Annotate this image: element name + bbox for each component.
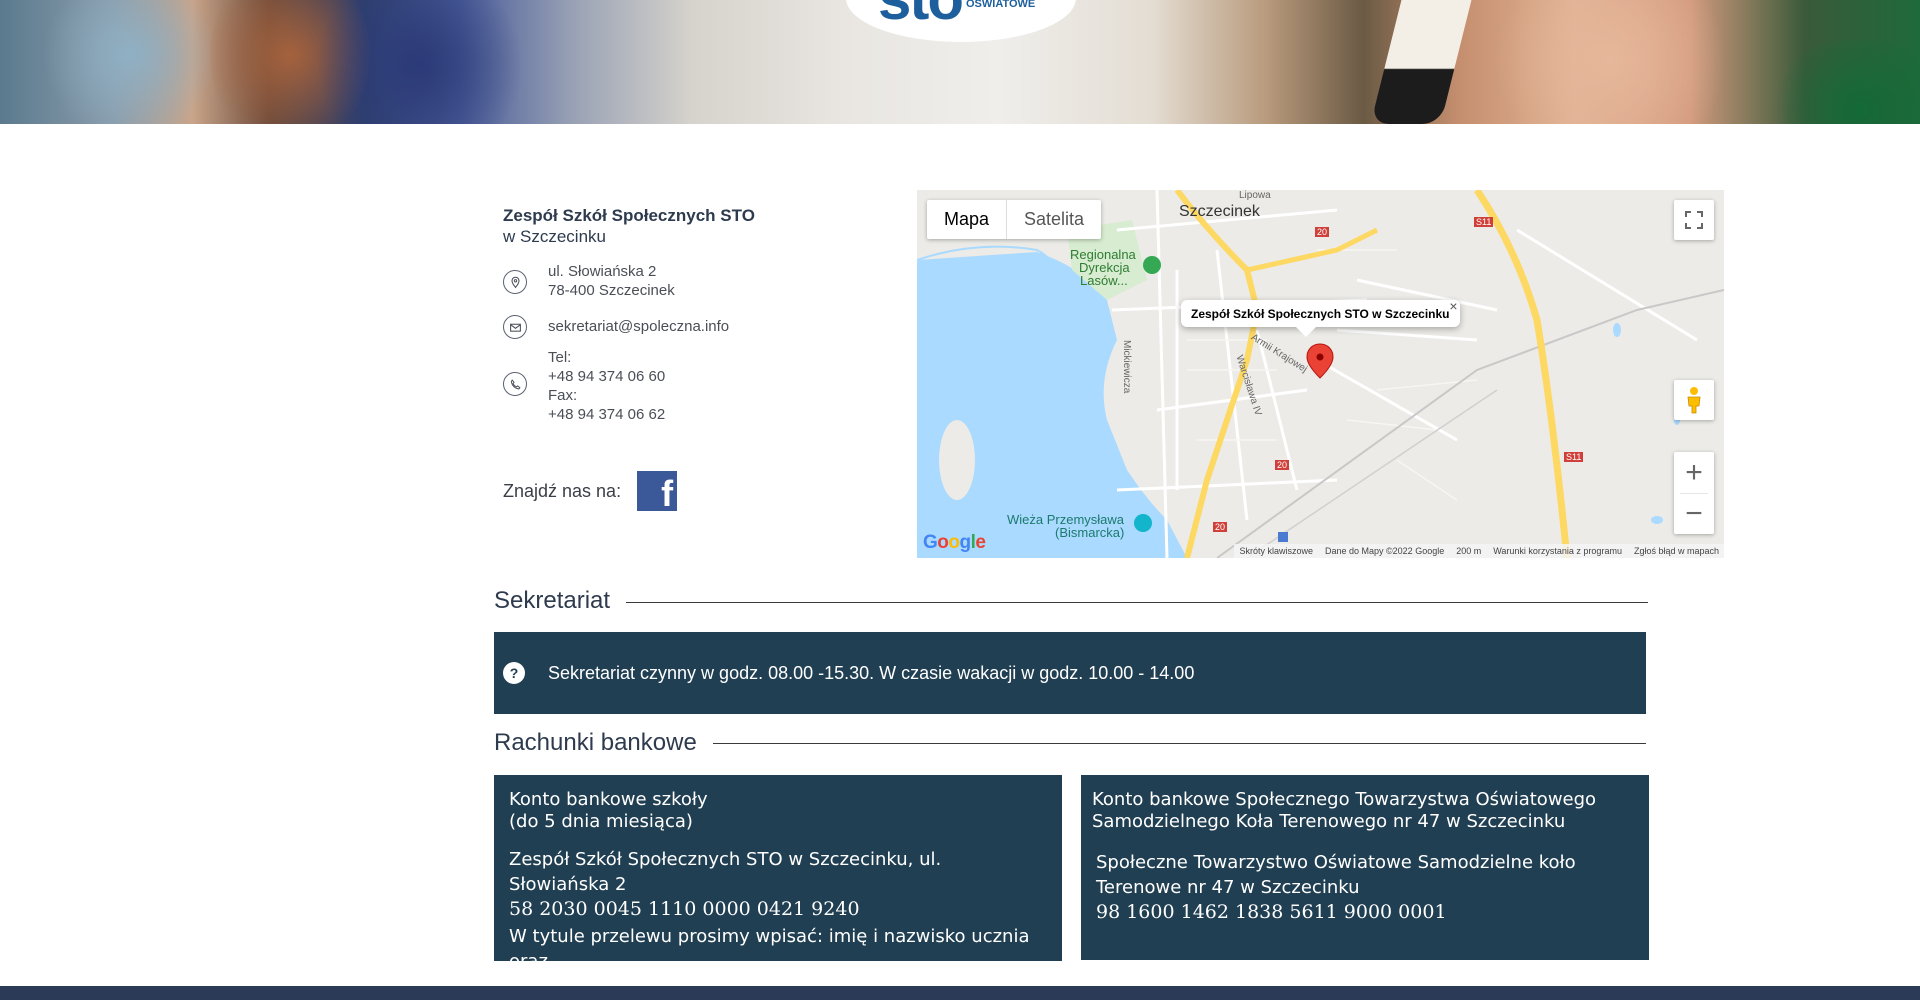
map-type-control: Mapa Satelita bbox=[927, 200, 1102, 239]
keyboard-shortcuts-link[interactable]: Skróty klawiszowe bbox=[1239, 544, 1313, 558]
phone-icon bbox=[503, 372, 527, 396]
map-attribution: Skróty klawiszowe Dane do Mapy ©2022 Goo… bbox=[1234, 544, 1724, 558]
sto-account-holder: Społeczne Towarzystwo Oświatowe Samodzie… bbox=[1096, 852, 1576, 873]
contact-block: Zespół Szkół Społecznych STO w Szczecink… bbox=[503, 205, 903, 512]
scale-text[interactable]: 200 m bbox=[1456, 544, 1481, 558]
map-label-street: Mickiewicza bbox=[1121, 340, 1132, 394]
info-window-title: Zespół Szkół Społecznych STO w Szczecink… bbox=[1191, 307, 1450, 321]
map-label-poi: Lasów... bbox=[1080, 273, 1128, 288]
sto-account-holder-cont: Terenowe nr 47 w Szczecinku bbox=[1096, 877, 1360, 898]
school-account-note: W tytule przelewu prosimy wpisać: imię i… bbox=[509, 926, 1030, 972]
school-account-subtitle: (do 5 dnia miesiąca) bbox=[509, 811, 693, 832]
address-row bbox=[503, 266, 527, 294]
school-account-number: 58 2030 0045 1110 0000 0421 9240 bbox=[509, 898, 860, 920]
school-account-holder: Zespół Szkół Społecznych STO w Szczecink… bbox=[509, 849, 942, 895]
find-us-label: Znajdź nas na: bbox=[503, 480, 622, 501]
google-logo[interactable]: Google bbox=[923, 532, 986, 554]
section-divider bbox=[624, 602, 1648, 603]
sto-account-number: 98 1600 1462 1838 5611 9000 0001 bbox=[1096, 901, 1447, 923]
tel-label: Tel: bbox=[548, 349, 572, 366]
terms-link[interactable]: Warunki korzystania z programu bbox=[1493, 544, 1622, 558]
sekretariat-heading: Sekretariat bbox=[494, 586, 627, 616]
school-city: w Szczecinku bbox=[503, 227, 606, 246]
map-info-window: Zespół Szkół Społecznych STO w Szczecink… bbox=[1181, 298, 1460, 337]
location-pin-icon bbox=[503, 270, 527, 294]
zoom-in-button[interactable]: + bbox=[1674, 452, 1714, 493]
logo-mark: sto bbox=[878, 0, 964, 33]
google-map[interactable]: Mapa Satelita + − Zespół Szkół Społeczny… bbox=[917, 190, 1724, 558]
street-view-pegman-icon[interactable] bbox=[1674, 380, 1714, 420]
map-type-satellite-button[interactable]: Satelita bbox=[1006, 200, 1101, 239]
map-type-map-button[interactable]: Mapa bbox=[927, 200, 1006, 239]
logo-text: OŚWIATOWE bbox=[966, 0, 1036, 10]
phone-row bbox=[503, 372, 527, 396]
road-badge: S11 bbox=[1474, 217, 1494, 227]
map-label-poi: (Bismarcka) bbox=[1055, 525, 1125, 540]
bank-accounts-heading: Rachunki bankowe bbox=[494, 728, 713, 758]
map-canvas[interactable] bbox=[917, 190, 1724, 558]
address-line-2: 78-400 Szczecinek bbox=[548, 282, 675, 299]
address-line-1: ul. Słowiańska 2 bbox=[548, 263, 657, 280]
email-row bbox=[503, 315, 527, 339]
school-name: Zespół Szkół Społecznych STO bbox=[503, 206, 755, 225]
map-label-street: Lipowa bbox=[1239, 190, 1271, 201]
sto-account-title: Konto bankowe Społecznego Towarzystwa Oś… bbox=[1092, 789, 1597, 810]
road-badge: 20 bbox=[1275, 460, 1290, 470]
hero-banner: sto OŚWIATOWE bbox=[0, 0, 1920, 124]
facebook-icon[interactable]: f bbox=[637, 471, 678, 512]
zoom-control: + − bbox=[1674, 452, 1714, 534]
road-badge: S11 bbox=[1564, 452, 1584, 462]
email-link[interactable]: sekretariat@spoleczna.info bbox=[548, 317, 729, 336]
road-badge: 20 bbox=[1315, 227, 1330, 237]
sekretariat-notice: ? Sekretariat czynny w godz. 08.00 -15.3… bbox=[494, 632, 1646, 714]
zoom-out-button[interactable]: − bbox=[1674, 493, 1714, 534]
sto-account-panel: Konto bankowe Społecznego Towarzystwa Oś… bbox=[1081, 775, 1649, 960]
tel-number[interactable]: +48 94 374 06 60 bbox=[548, 367, 665, 386]
footer-bar bbox=[0, 986, 1920, 1000]
map-data-text: Dane do Mapy ©2022 Google bbox=[1325, 546, 1445, 556]
road-badge: 20 bbox=[1213, 522, 1228, 532]
section-divider bbox=[708, 743, 1646, 744]
fax-number: +48 94 374 06 62 bbox=[548, 406, 666, 423]
map-label-city: Szczecinek bbox=[1179, 203, 1260, 220]
recorder-image bbox=[1370, 0, 1472, 124]
social-row: Znajdź nas na: f bbox=[503, 471, 678, 512]
close-icon[interactable]: × bbox=[1449, 298, 1457, 314]
fullscreen-icon[interactable] bbox=[1674, 200, 1714, 240]
school-account-panel: Konto bankowe szkoły (do 5 dnia miesiąca… bbox=[494, 775, 1062, 997]
school-account-title: Konto bankowe szkoły bbox=[509, 789, 708, 810]
sto-account-subtitle: Samodzielnego Koła Terenowego nr 47 w Sz… bbox=[1092, 811, 1566, 832]
notice-text: Sekretariat czynny w godz. 08.00 -15.30.… bbox=[548, 662, 1195, 683]
question-icon: ? bbox=[503, 662, 525, 684]
envelope-icon bbox=[503, 315, 527, 339]
fax-label: Fax: bbox=[548, 387, 578, 404]
report-error-link[interactable]: Zgłoś błąd w mapach bbox=[1634, 544, 1719, 558]
